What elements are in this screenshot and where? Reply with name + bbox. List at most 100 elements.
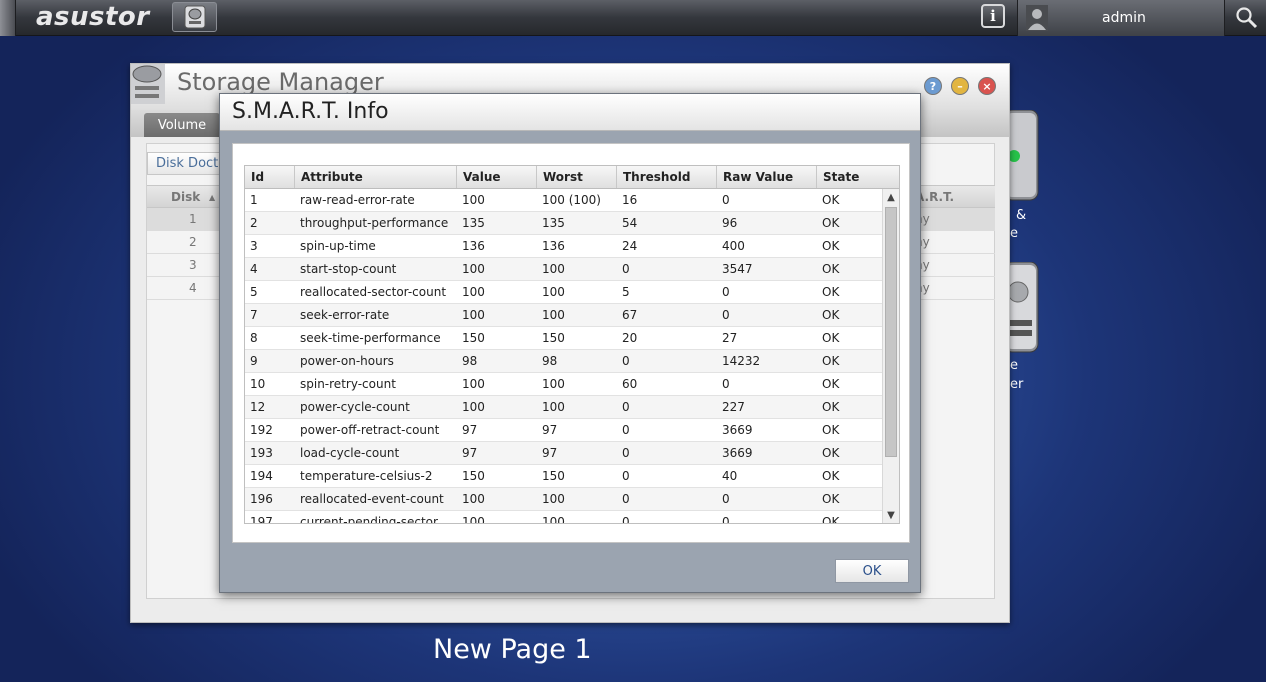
cell-threshold: 20	[622, 331, 638, 345]
cell-state: OK	[822, 515, 840, 524]
column-attribute[interactable]: Attribute	[295, 166, 457, 188]
smart-table-row[interactable]: 5 reallocated-sector-count 100 100 5 0 OK	[245, 281, 882, 304]
desktop-app-icon[interactable]	[1003, 109, 1048, 201]
cell-value: 100	[462, 515, 485, 524]
cell-state: OK	[822, 400, 840, 414]
smart-table-row[interactable]: 196 reallocated-event-count 100 100 0 0 OK	[245, 488, 882, 511]
cell-worst: 97	[542, 446, 558, 460]
smart-table-row[interactable]: 4 start-stop-count 100 100 0 3547 OK	[245, 258, 882, 281]
sort-asc-icon: ▲	[209, 193, 216, 202]
cell-attribute: power-cycle-count	[300, 400, 410, 414]
dialog-body: Id Attribute Value Worst Threshold Raw V…	[232, 143, 910, 543]
cell-id: 5	[250, 285, 258, 299]
desktop-app-icon[interactable]	[1003, 261, 1048, 353]
cell-worst: 100	[542, 492, 565, 506]
cell-attribute: power-on-hours	[300, 354, 394, 368]
smart-table-row[interactable]: 3 spin-up-time 136 136 24 400 OK	[245, 235, 882, 258]
column-threshold[interactable]: Threshold	[617, 166, 717, 188]
desktop-app-label: &	[1016, 208, 1027, 223]
cell-id: 3	[250, 239, 258, 253]
cell-raw-value: 0	[722, 492, 730, 506]
cell-value: 136	[462, 239, 485, 253]
scrollbar-thumb[interactable]	[885, 207, 897, 457]
smart-table-row[interactable]: 2 throughput-performance 135 135 54 96 OK	[245, 212, 882, 235]
search-icon[interactable]	[1233, 4, 1261, 32]
cell-attribute: start-stop-count	[300, 262, 397, 276]
cell-id: 7	[250, 308, 258, 322]
cell-raw-value: 3669	[722, 446, 753, 460]
cell-id: 196	[250, 492, 273, 506]
cell-raw-value: 0	[722, 193, 730, 207]
smart-table: Id Attribute Value Worst Threshold Raw V…	[244, 165, 900, 524]
cell-state: OK	[822, 262, 840, 276]
smart-table-row[interactable]: 9 power-on-hours 98 98 0 14232 OK	[245, 350, 882, 373]
cell-raw-value: 0	[722, 515, 730, 524]
vertical-scrollbar[interactable]: ▲ ▼	[882, 189, 899, 523]
column-worst[interactable]: Worst	[537, 166, 617, 188]
info-icon[interactable]: i	[981, 4, 1005, 28]
cell-state: OK	[822, 285, 840, 299]
disk-number: 3	[189, 258, 197, 272]
cell-id: 9	[250, 354, 258, 368]
cell-threshold: 0	[622, 400, 630, 414]
storage-manager-app-icon	[131, 64, 165, 104]
cell-value: 150	[462, 469, 485, 483]
help-icon[interactable]: ?	[924, 77, 942, 95]
cell-worst: 97	[542, 423, 558, 437]
cell-threshold: 0	[622, 515, 630, 524]
column-id[interactable]: Id	[245, 166, 295, 188]
cell-worst: 150	[542, 469, 565, 483]
cell-state: OK	[822, 377, 840, 391]
cell-value: 100	[462, 308, 485, 322]
cell-raw-value: 0	[722, 285, 730, 299]
cell-attribute: current-pending-sector	[300, 515, 438, 524]
smart-table-row[interactable]: 12 power-cycle-count 100 100 0 227 OK	[245, 396, 882, 419]
cell-state: OK	[822, 216, 840, 230]
page-label: New Page 1	[433, 634, 592, 665]
cell-attribute: throughput-performance	[300, 216, 449, 230]
cell-state: OK	[822, 469, 840, 483]
cell-threshold: 5	[622, 285, 630, 299]
smart-table-row[interactable]: 7 seek-error-rate 100 100 67 0 OK	[245, 304, 882, 327]
cell-threshold: 24	[622, 239, 638, 253]
cell-id: 2	[250, 216, 258, 230]
cell-state: OK	[822, 308, 840, 322]
cell-threshold: 0	[622, 262, 630, 276]
smart-table-row[interactable]: 10 spin-retry-count 100 100 60 0 OK	[245, 373, 882, 396]
storage-manager-taskbar-button[interactable]	[172, 2, 217, 32]
tab-volume[interactable]: Volume	[144, 113, 220, 137]
smart-table-row[interactable]: 194 temperature-celsius-2 150 150 0 40 OK	[245, 465, 882, 488]
cell-value: 100	[462, 400, 485, 414]
minimize-icon[interactable]: –	[951, 77, 969, 95]
cell-state: OK	[822, 354, 840, 368]
column-disk[interactable]: Disk	[171, 190, 200, 204]
smart-table-header: Id Attribute Value Worst Threshold Raw V…	[245, 166, 899, 189]
dialog-header[interactable]: S.M.A.R.T. Info	[220, 94, 920, 131]
ok-button[interactable]: OK	[835, 559, 909, 583]
cell-raw-value: 40	[722, 469, 738, 483]
cell-raw-value: 96	[722, 216, 738, 230]
close-icon[interactable]: ×	[978, 77, 996, 95]
smart-table-body: 1 raw-read-error-rate 100 100 (100) 16 0 OK 2 th…	[245, 189, 882, 524]
scroll-down-icon[interactable]: ▼	[883, 507, 899, 523]
cell-attribute: spin-up-time	[300, 239, 376, 253]
cell-threshold: 0	[622, 446, 630, 460]
cell-attribute: reallocated-sector-count	[300, 285, 447, 299]
smart-table-row[interactable]: 193 load-cycle-count 97 97 0 3669 OK	[245, 442, 882, 465]
taskbar-handle[interactable]	[0, 0, 16, 36]
scroll-up-icon[interactable]: ▲	[883, 189, 899, 205]
user-menu[interactable]: admin	[1017, 0, 1225, 36]
smart-table-row[interactable]: 1 raw-read-error-rate 100 100 (100) 16 0 OK	[245, 189, 882, 212]
column-raw-value[interactable]: Raw Value	[717, 166, 817, 188]
cell-worst: 98	[542, 354, 558, 368]
column-state[interactable]: State	[817, 166, 899, 188]
user-icon	[1026, 5, 1048, 31]
smart-table-row[interactable]: 197 current-pending-sector 100 100 0 0 OK	[245, 511, 882, 524]
cell-threshold: 0	[622, 469, 630, 483]
cell-state: OK	[822, 331, 840, 345]
smart-table-row[interactable]: 8 seek-time-performance 150 150 20 27 OK	[245, 327, 882, 350]
column-value[interactable]: Value	[457, 166, 537, 188]
smart-table-row[interactable]: 192 power-off-retract-count 97 97 0 3669 OK	[245, 419, 882, 442]
smart-info-dialog: S.M.A.R.T. Info Id Attribute Value Worst…	[219, 93, 921, 593]
cell-attribute: reallocated-event-count	[300, 492, 444, 506]
